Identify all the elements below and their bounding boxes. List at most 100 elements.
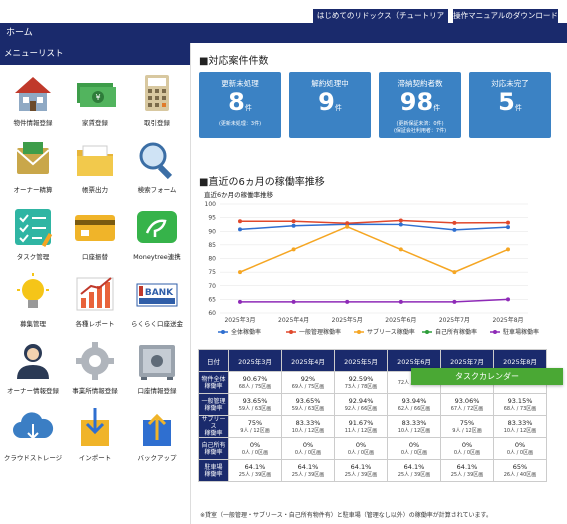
menu-item-8[interactable]: 口座振替 bbox=[64, 205, 126, 269]
menu-item-1[interactable]: 物件情報登録 bbox=[2, 71, 64, 135]
menu-item-18[interactable]: バックアップ bbox=[126, 406, 188, 470]
legend-label: 駐車場稼働率 bbox=[503, 328, 539, 336]
table-month-header: 2025年3月 bbox=[228, 349, 282, 372]
tutorial-link[interactable]: はじめてのリドックス（チュートリアル） bbox=[313, 9, 448, 34]
menu-item-10[interactable]: 募集管理 bbox=[2, 272, 64, 336]
import-icon bbox=[81, 408, 109, 446]
report-icon bbox=[76, 277, 114, 311]
series-point bbox=[506, 225, 510, 230]
x-tick-label: 2025年5月 bbox=[332, 316, 363, 324]
menu-item-label: タスク管理 bbox=[16, 253, 50, 261]
case-card-unit: 件 bbox=[514, 104, 522, 112]
menu-item-11[interactable]: 各種レポート bbox=[64, 272, 126, 336]
menu-item-3[interactable]: 取引登録 bbox=[126, 71, 188, 135]
menu-item-label: 募集管理 bbox=[20, 320, 46, 328]
menu-item-17[interactable]: インポート bbox=[64, 406, 126, 470]
table-cell: 75% 9人 / 12区画 bbox=[228, 415, 282, 438]
table-corner: 日付 bbox=[198, 349, 229, 372]
menu-item-2[interactable]: ¥ 家賃登録 bbox=[64, 71, 126, 135]
table-cell: 64.1% 25人 / 39区画 bbox=[334, 459, 388, 482]
series-point bbox=[398, 247, 403, 252]
x-tick-label: 2025年8月 bbox=[492, 316, 523, 324]
money-icon: ¥ bbox=[77, 83, 116, 107]
table-row-label: 駐車場 稼働率 bbox=[198, 459, 229, 482]
menu-item-6[interactable]: 検索フォーム bbox=[126, 138, 188, 202]
y-tick-label: 65 bbox=[208, 296, 216, 303]
menu-item-7[interactable]: タスク管理 bbox=[2, 205, 64, 269]
table-cell: 0% 0人 / 0区画 bbox=[228, 437, 282, 460]
menu-item-12[interactable]: BANK らくらく口座送金 bbox=[126, 272, 188, 336]
table-cell: 93.65% 59人 / 63区画 bbox=[228, 393, 282, 416]
backup-icon bbox=[143, 413, 171, 446]
series-line-1 bbox=[239, 223, 509, 231]
manual-download-link[interactable]: 操作マニュアルのダウンロード bbox=[453, 9, 558, 23]
menu-item-label: オーナー情報登録 bbox=[7, 387, 59, 395]
series-line-2 bbox=[240, 219, 509, 224]
table-cell: 92% 69人 / 75区画 bbox=[281, 371, 335, 394]
nav-home[interactable]: ホーム bbox=[6, 28, 33, 38]
table-cell: 0% 0人 / 0区画 bbox=[493, 437, 547, 460]
y-tick-label: 95 bbox=[208, 215, 216, 222]
series-point bbox=[345, 221, 350, 226]
menu-item-4[interactable]: オーナー精算 bbox=[2, 138, 64, 202]
svg-text:BANK: BANK bbox=[145, 288, 174, 298]
series-point bbox=[291, 219, 296, 224]
series-point bbox=[452, 220, 457, 225]
y-tick-label: 75 bbox=[208, 269, 216, 276]
series-point bbox=[345, 224, 350, 229]
menu-item-15[interactable]: 口座情報登録 bbox=[126, 339, 188, 403]
y-tick-label: 90 bbox=[208, 228, 216, 235]
case-card-value: 98件 bbox=[399, 88, 441, 116]
table-cell: 83.33% 10人 / 12区画 bbox=[493, 415, 547, 438]
sidebar: メニューリスト 物件情報登録 ¥ 家賃登録 取引登録 オーナー精算 帳票出力 検索フォームタ… bbox=[0, 43, 191, 524]
case-card-unit: 件 bbox=[433, 104, 441, 112]
x-tick-label: 2025年3月 bbox=[224, 316, 255, 324]
table-row-label: サブリース 稼働率 bbox=[198, 415, 229, 438]
y-tick-label: 85 bbox=[208, 242, 216, 249]
table-cell: 93.06% 67人 / 72区画 bbox=[440, 393, 494, 416]
x-tick-label: 2025年7月 bbox=[439, 316, 470, 324]
table-month-header: 2025年4月 bbox=[281, 349, 335, 372]
table-row: 駐車場 稼働率 64.1% 25人 / 39区画 64.1% 25人 / 39区画 64.1… bbox=[198, 459, 547, 482]
case-card-1[interactable]: 更新未処理 8件 (更新未処理：3件) bbox=[199, 72, 281, 138]
menu-item-9[interactable]: Moneytree連携 bbox=[126, 205, 188, 269]
table-cell: 64.1% 25人 / 39区画 bbox=[281, 459, 335, 482]
legend-marker bbox=[289, 330, 293, 334]
series-point bbox=[506, 220, 510, 225]
legend-label: 一般管理稼働率 bbox=[299, 328, 341, 336]
nav-bar: ホーム bbox=[0, 23, 567, 43]
gear-icon bbox=[76, 342, 114, 380]
task-calendar-button[interactable]: タスクカレンダー bbox=[411, 368, 563, 385]
case-card-subtext: (保証会社利用者：7件) bbox=[393, 128, 447, 134]
menu-item-5[interactable]: 帳票出力 bbox=[64, 138, 126, 202]
case-card-4[interactable]: 対応未完了 5件 bbox=[469, 72, 551, 138]
y-tick-label: 60 bbox=[208, 310, 216, 317]
table-cell: 92.59% 73人 / 78区画 bbox=[334, 371, 388, 394]
series-point bbox=[238, 227, 242, 232]
series-point bbox=[452, 270, 457, 275]
legend-label: サブリース稼働率 bbox=[367, 328, 415, 336]
case-card-3[interactable]: 滞納契約者数 98件 (更新保証未済：0件) (保証会社利用者：7件) bbox=[379, 72, 461, 138]
table-cell: 93.65% 59人 / 63区画 bbox=[281, 393, 335, 416]
menu-item-13[interactable]: オーナー情報登録 bbox=[2, 339, 64, 403]
y-tick-label: 70 bbox=[208, 283, 216, 290]
menu-item-14[interactable]: 事業所情報登録 bbox=[64, 339, 126, 403]
case-card-2[interactable]: 解約処理中 9件 bbox=[289, 72, 371, 138]
table-row: 一般管理 稼働率 93.65% 59人 / 63区画 93.65% 59人 / 63区画 9… bbox=[198, 393, 547, 416]
checklist-icon bbox=[15, 209, 53, 248]
legend-marker bbox=[493, 330, 497, 334]
table-note: ※貸室（一般管理・サブリース・自己所有物件有）と駐車場（管理なし以外）の稼働率が… bbox=[200, 512, 492, 519]
bank-transfer-icon: BANK bbox=[136, 283, 178, 307]
menu-item-label: 家賃登録 bbox=[82, 119, 108, 127]
menu-item-label: 検索フォーム bbox=[137, 186, 177, 194]
series-point bbox=[238, 219, 242, 224]
case-card-value: 8件 bbox=[228, 88, 252, 116]
series-point bbox=[291, 299, 296, 304]
menu-item-label: 取引登録 bbox=[144, 119, 170, 127]
table-cell: 93.15% 68人 / 73区画 bbox=[493, 393, 547, 416]
menu-item-16[interactable]: クラウドストレージ bbox=[2, 406, 64, 470]
table-cell: 92.94% 92人 / 66区画 bbox=[334, 393, 388, 416]
trend-chart-svg: 直近6か月の稼働率推移 60 65 70 75 80 85 90 95 100 2025年3月 202… bbox=[204, 190, 539, 336]
table-row: サブリース 稼働率 75% 9人 / 12区画 83.33% 10人 / 12区画 91.6… bbox=[198, 415, 547, 438]
menu-item-label: インポート bbox=[78, 454, 112, 462]
